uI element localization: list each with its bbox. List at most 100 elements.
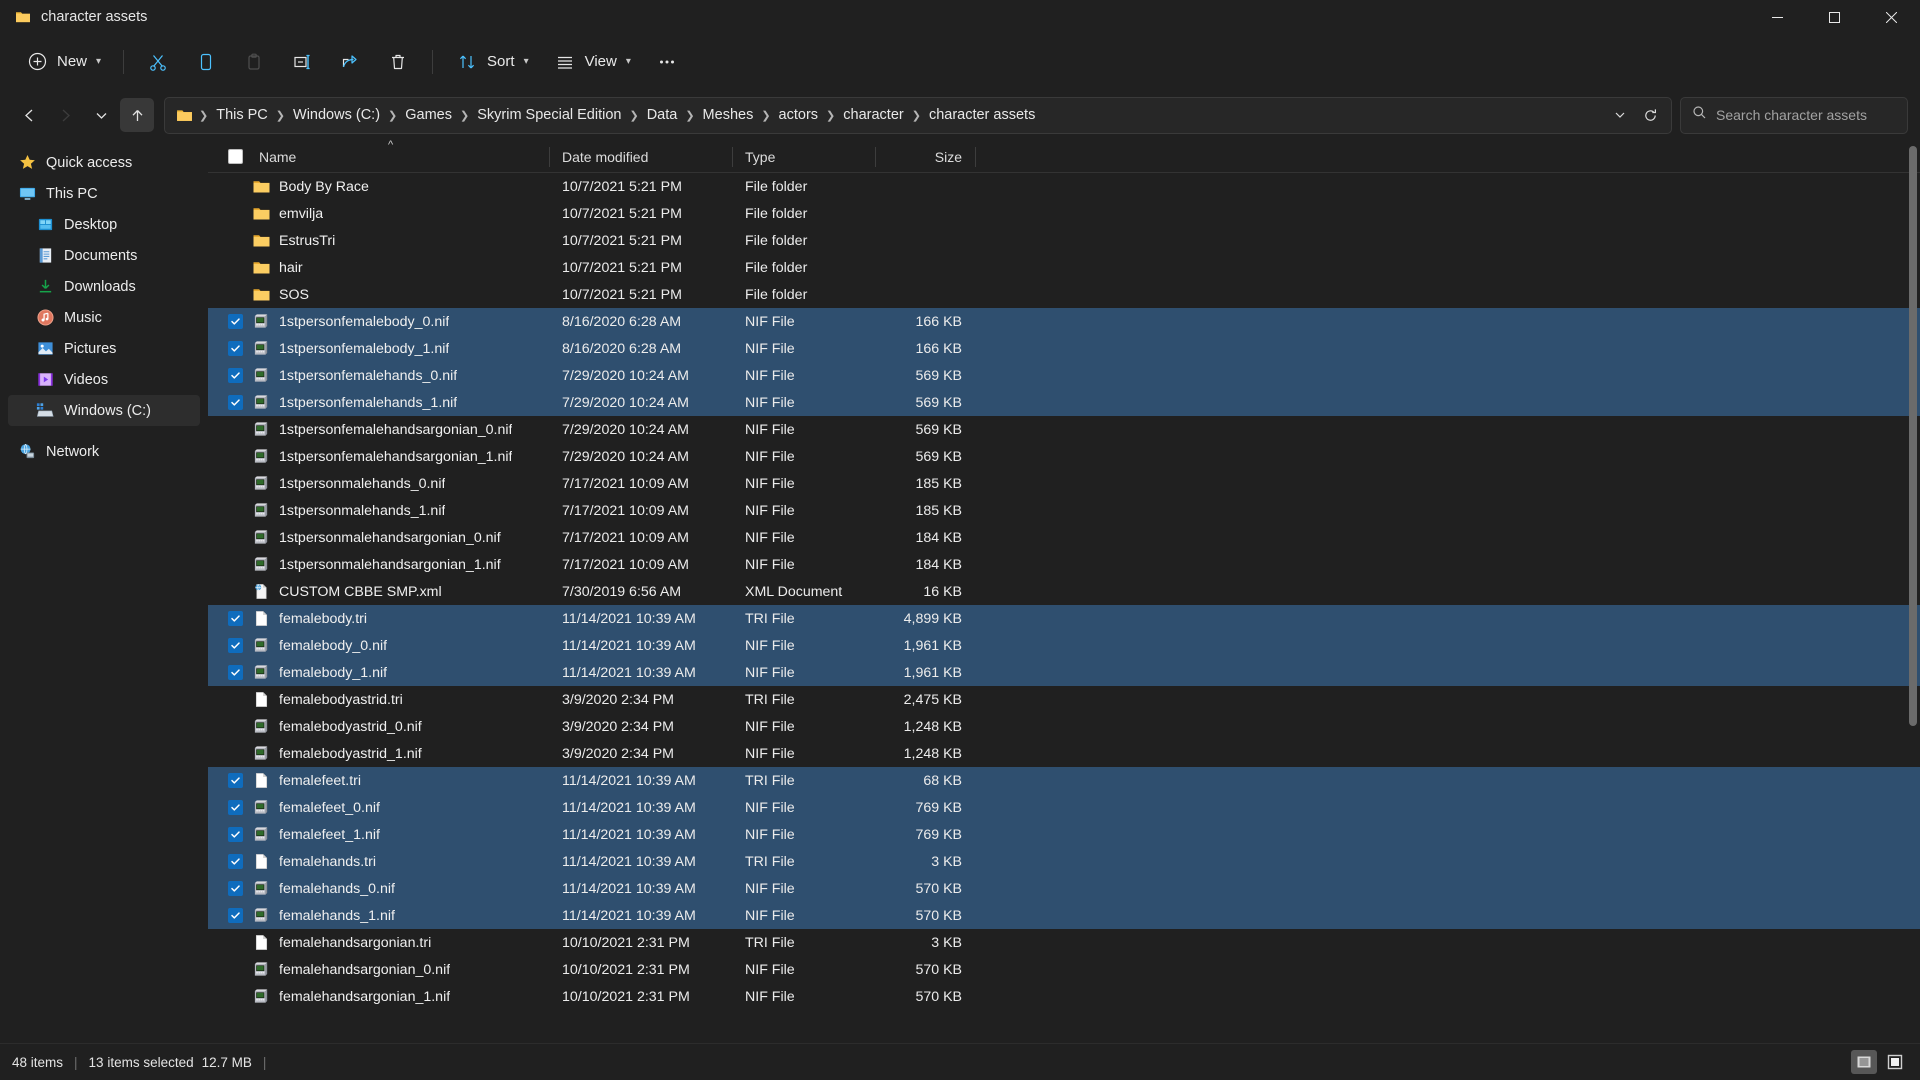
table-row[interactable]: 1stpersonfemalehands_1.nif 7/29/2020 10:2… xyxy=(208,389,1920,416)
table-row[interactable]: 1stpersonfemalebody_0.nif 8/16/2020 6:28 … xyxy=(208,308,1920,335)
table-row[interactable]: femalebody.tri 11/14/2021 10:39 AM TRI Fil… xyxy=(208,605,1920,632)
row-checkbox[interactable] xyxy=(228,395,243,410)
view-button[interactable]: View ▾ xyxy=(542,43,642,81)
sidebar-item-pictures[interactable]: Pictures xyxy=(8,333,200,364)
refresh-icon[interactable] xyxy=(1635,100,1665,130)
search-input[interactable]: Search character assets xyxy=(1680,96,1908,134)
minimize-button[interactable] xyxy=(1749,0,1806,34)
vertical-scrollbar[interactable] xyxy=(1909,144,1917,1040)
row-checkbox[interactable] xyxy=(228,719,243,734)
row-checkbox[interactable] xyxy=(228,584,243,599)
address-dropdown-icon[interactable] xyxy=(1605,100,1635,130)
table-row[interactable]: femalehands.tri 11/14/2021 10:39 AM TRI Fi… xyxy=(208,848,1920,875)
row-checkbox[interactable] xyxy=(228,989,243,1004)
row-checkbox[interactable] xyxy=(228,611,243,626)
breadcrumb-item-this-pc[interactable]: This PC xyxy=(209,104,275,126)
row-checkbox[interactable] xyxy=(228,260,243,275)
close-button[interactable] xyxy=(1863,0,1920,34)
column-header-name[interactable]: Name ^ xyxy=(220,139,550,173)
sidebar-item-downloads[interactable]: Downloads xyxy=(8,271,200,302)
table-row[interactable]: femalebody_0.nif 11/14/2021 10:39 AM NIF F… xyxy=(208,632,1920,659)
row-checkbox[interactable] xyxy=(228,827,243,842)
folder-tab[interactable]: character assets xyxy=(0,0,161,34)
table-row[interactable]: 1stpersonfemalehands_0.nif 7/29/2020 10:2… xyxy=(208,362,1920,389)
breadcrumb-item-windows-c[interactable]: Windows (C:) xyxy=(286,104,387,126)
table-row[interactable]: femalehands_1.nif 11/14/2021 10:39 AM NIF … xyxy=(208,902,1920,929)
table-row[interactable]: emvilja 10/7/2021 5:21 PM File folder xyxy=(208,200,1920,227)
select-all-checkbox[interactable] xyxy=(228,149,243,164)
row-checkbox[interactable] xyxy=(228,422,243,437)
column-header-type[interactable]: Type xyxy=(733,141,876,173)
row-checkbox[interactable] xyxy=(228,692,243,707)
table-row[interactable]: femalefeet.tri 11/14/2021 10:39 AM TRI Fil… xyxy=(208,767,1920,794)
row-checkbox[interactable] xyxy=(228,854,243,869)
row-checkbox[interactable] xyxy=(228,935,243,950)
rename-button[interactable] xyxy=(279,43,325,81)
sidebar-item-this-pc[interactable]: This PC xyxy=(8,178,200,209)
row-checkbox[interactable] xyxy=(228,233,243,248)
column-divider[interactable] xyxy=(975,146,976,167)
table-row[interactable]: 1stpersonfemalehandsargonian_0.nif 7/29/2… xyxy=(208,416,1920,443)
sidebar-item-desktop[interactable]: Desktop xyxy=(8,209,200,240)
table-row[interactable]: 1stpersonmalehands_0.nif 7/17/2021 10:09 … xyxy=(208,470,1920,497)
table-row[interactable]: EstrusTri 10/7/2021 5:21 PM File folder xyxy=(208,227,1920,254)
table-row[interactable]: Body By Race 10/7/2021 5:21 PM File folder xyxy=(208,173,1920,200)
sidebar-item-documents[interactable]: Documents xyxy=(8,240,200,271)
breadcrumb-item-character-assets[interactable]: character assets xyxy=(922,104,1042,126)
table-row[interactable]: 1stpersonfemalehandsargonian_1.nif 7/29/2… xyxy=(208,443,1920,470)
sidebar-item-windows-c[interactable]: Windows (C:) xyxy=(8,395,200,426)
row-checkbox[interactable] xyxy=(228,665,243,680)
table-row[interactable]: 1stpersonmalehandsargonian_1.nif 7/17/202… xyxy=(208,551,1920,578)
row-checkbox[interactable] xyxy=(228,962,243,977)
row-checkbox[interactable] xyxy=(228,179,243,194)
table-row[interactable]: femalehandsargonian_1.nif 10/10/2021 2:31… xyxy=(208,983,1920,1010)
row-checkbox[interactable] xyxy=(228,341,243,356)
paste-button[interactable] xyxy=(231,43,277,81)
sidebar-item-quick-access[interactable]: Quick access xyxy=(8,147,200,178)
back-button[interactable] xyxy=(12,98,46,132)
address-bar[interactable]: ❯ This PC ❯ Windows (C:) ❯ Games ❯ Skyri… xyxy=(164,96,1672,134)
up-button[interactable] xyxy=(120,98,154,132)
table-row[interactable]: femalefeet_0.nif 11/14/2021 10:39 AM NIF F… xyxy=(208,794,1920,821)
maximize-button[interactable] xyxy=(1806,0,1863,34)
table-row[interactable]: femalehandsargonian_0.nif 10/10/2021 2:31… xyxy=(208,956,1920,983)
row-checkbox[interactable] xyxy=(228,530,243,545)
sidebar-item-music[interactable]: Music xyxy=(8,302,200,333)
table-row[interactable]: femalebodyastrid_1.nif 3/9/2020 2:34 PM NI… xyxy=(208,740,1920,767)
details-view-button[interactable] xyxy=(1851,1050,1877,1074)
share-button[interactable] xyxy=(327,43,373,81)
row-checkbox[interactable] xyxy=(228,638,243,653)
table-row[interactable]: 1stpersonmalehandsargonian_0.nif 7/17/202… xyxy=(208,524,1920,551)
row-checkbox[interactable] xyxy=(228,746,243,761)
row-checkbox[interactable] xyxy=(228,557,243,572)
sidebar-item-videos[interactable]: Videos xyxy=(8,364,200,395)
row-checkbox[interactable] xyxy=(228,800,243,815)
table-row[interactable]: femalebodyastrid.tri 3/9/2020 2:34 PM TRI … xyxy=(208,686,1920,713)
forward-button[interactable] xyxy=(48,98,82,132)
table-row[interactable]: hair 10/7/2021 5:21 PM File folder xyxy=(208,254,1920,281)
breadcrumb-item-character[interactable]: character xyxy=(836,104,910,126)
table-row[interactable]: femalefeet_1.nif 11/14/2021 10:39 AM NIF F… xyxy=(208,821,1920,848)
column-header-size[interactable]: Size xyxy=(876,141,976,173)
table-row[interactable]: 1stpersonmalehands_1.nif 7/17/2021 10:09 … xyxy=(208,497,1920,524)
table-row[interactable]: CUSTOM CBBE SMP.xml 7/30/2019 6:56 AM XML … xyxy=(208,578,1920,605)
row-checkbox[interactable] xyxy=(228,449,243,464)
cut-button[interactable] xyxy=(135,43,181,81)
breadcrumb-item-skyrim[interactable]: Skyrim Special Edition xyxy=(470,104,628,126)
breadcrumb-item-meshes[interactable]: Meshes xyxy=(696,104,761,126)
large-icons-view-button[interactable] xyxy=(1882,1050,1908,1074)
more-options-button[interactable] xyxy=(644,43,690,81)
table-row[interactable]: femalebody_1.nif 11/14/2021 10:39 AM NIF F… xyxy=(208,659,1920,686)
row-checkbox[interactable] xyxy=(228,314,243,329)
table-row[interactable]: femalehands_0.nif 11/14/2021 10:39 AM NIF … xyxy=(208,875,1920,902)
column-header-date-modified[interactable]: Date modified xyxy=(550,141,733,173)
breadcrumb-item-actors[interactable]: actors xyxy=(772,104,826,126)
row-checkbox[interactable] xyxy=(228,287,243,302)
table-row[interactable]: femalebodyastrid_0.nif 3/9/2020 2:34 PM NI… xyxy=(208,713,1920,740)
table-row[interactable]: 1stpersonfemalebody_1.nif 8/16/2020 6:28 … xyxy=(208,335,1920,362)
recent-locations-button[interactable] xyxy=(84,98,118,132)
row-checkbox[interactable] xyxy=(228,368,243,383)
row-checkbox[interactable] xyxy=(228,881,243,896)
delete-button[interactable] xyxy=(375,43,421,81)
sidebar-item-network[interactable]: Network xyxy=(8,436,200,467)
